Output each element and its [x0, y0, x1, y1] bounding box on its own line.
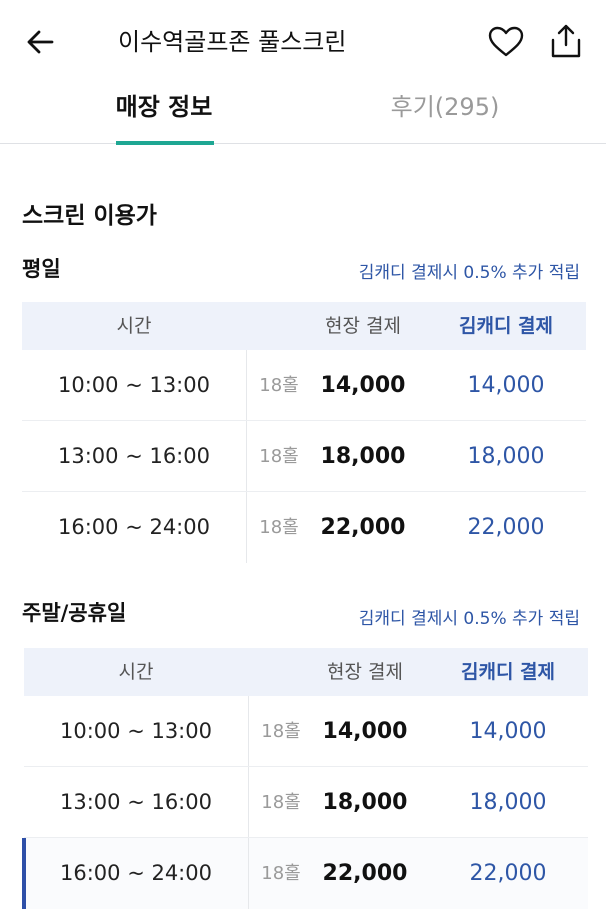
kim-price: 14,000 [467, 373, 545, 398]
weekend-price-table: 시간 현장 결제 김캐디 결제 10:00 ~ 13:00 18홀 14,000… [22, 648, 588, 909]
favorite-button[interactable] [484, 22, 528, 62]
column-divider [246, 421, 247, 491]
table-header: 시간 현장 결제 김캐디 결제 [24, 648, 588, 696]
onsite-price: 14,000 [322, 719, 408, 744]
table-row[interactable]: 13:00 ~ 16:00 18홀 18,000 18,000 [22, 421, 586, 492]
top-bar: 이수역골프존 풀스크린 [0, 0, 606, 84]
weekend-notice: 김캐디 결제시 0.5% 추가 적립 [358, 609, 580, 629]
kim-price: 18,000 [467, 444, 545, 469]
kim-price: 18,000 [469, 790, 547, 815]
time-range: 16:00 ~ 24:00 [60, 861, 212, 885]
kim-price: 22,000 [469, 861, 547, 886]
table-header: 시간 현장 결제 김캐디 결제 [22, 302, 586, 350]
table-row[interactable]: 10:00 ~ 13:00 18홀 14,000 14,000 [22, 350, 586, 421]
weekend-label: 주말/공휴일 [22, 601, 127, 625]
back-button[interactable] [22, 24, 58, 60]
onsite-price: 18,000 [322, 790, 408, 815]
weekday-notice: 김캐디 결제시 0.5% 추가 적립 [358, 263, 580, 283]
column-divider [248, 767, 249, 837]
weekday-label: 평일 [22, 257, 61, 281]
time-range: 16:00 ~ 24:00 [58, 515, 210, 539]
onsite-price: 22,000 [320, 515, 406, 540]
active-tab-indicator [116, 141, 214, 145]
header-time: 시간 [116, 315, 152, 337]
table-row[interactable]: 13:00 ~ 16:00 18홀 18,000 18,000 [24, 767, 588, 838]
holes: 18홀 [261, 721, 301, 742]
holes: 18홀 [259, 446, 299, 467]
header-time: 시간 [118, 661, 154, 683]
tab-reviews-label: 후기(295) [390, 93, 500, 121]
table-row[interactable]: 16:00 ~ 24:00 18홀 22,000 22,000 [22, 838, 588, 909]
time-range: 13:00 ~ 16:00 [60, 790, 212, 814]
table-row[interactable]: 16:00 ~ 24:00 18홀 22,000 22,000 [22, 492, 586, 563]
kim-price: 22,000 [467, 515, 545, 540]
column-divider [246, 350, 247, 420]
holes: 18홀 [261, 863, 301, 884]
weekday-price-table: 시간 현장 결제 김캐디 결제 10:00 ~ 13:00 18홀 14,000… [22, 302, 586, 563]
column-divider [248, 838, 249, 909]
header-kim: 김캐디 결제 [460, 661, 555, 683]
onsite-price: 14,000 [320, 373, 406, 398]
tab-reviews[interactable]: 후기(295) [380, 84, 510, 143]
section-title: 스크린 이용가 [22, 203, 157, 229]
onsite-price: 22,000 [322, 861, 408, 886]
heart-icon [488, 26, 524, 57]
onsite-price: 18,000 [320, 444, 406, 469]
share-button[interactable] [544, 20, 588, 62]
share-icon [551, 24, 581, 58]
holes: 18홀 [261, 792, 301, 813]
kim-price: 14,000 [469, 719, 547, 744]
header-onsite: 현장 결제 [325, 315, 401, 337]
header-onsite: 현장 결제 [327, 661, 403, 683]
column-divider [246, 492, 247, 563]
page-title: 이수역골프존 풀스크린 [118, 28, 347, 56]
tab-store-info-label: 매장 정보 [115, 93, 213, 121]
time-range: 13:00 ~ 16:00 [58, 444, 210, 468]
holes: 18홀 [259, 517, 299, 538]
holes: 18홀 [259, 375, 299, 396]
arrow-left-icon [27, 30, 54, 54]
time-range: 10:00 ~ 13:00 [60, 719, 212, 743]
table-row[interactable]: 10:00 ~ 13:00 18홀 14,000 14,000 [24, 696, 588, 767]
time-range: 10:00 ~ 13:00 [58, 373, 210, 397]
header-kim: 김캐디 결제 [458, 315, 553, 337]
tab-bar: 매장 정보 후기(295) [0, 84, 606, 145]
column-divider [248, 696, 249, 766]
tab-store-info[interactable]: 매장 정보 [100, 84, 228, 145]
